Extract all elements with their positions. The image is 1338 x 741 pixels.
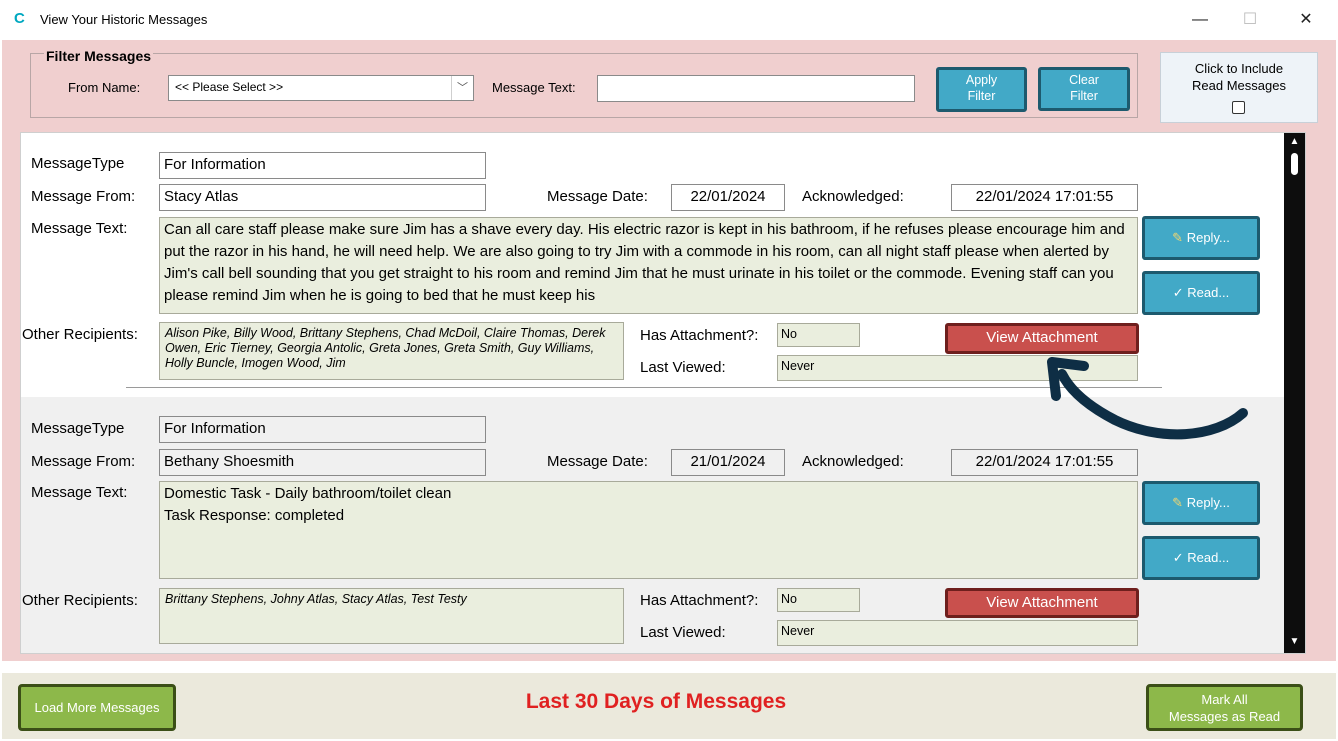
- mark-all-label-line2: Messages as Read: [1168, 709, 1281, 724]
- from-name-label: From Name:: [68, 80, 141, 95]
- message-list-scrollbar[interactable]: [1284, 133, 1305, 653]
- read-button[interactable]: ✓ Read...: [1142, 536, 1260, 580]
- load-more-messages-button[interactable]: Load More Messages: [18, 684, 176, 731]
- message-type-field: For Information: [159, 152, 486, 179]
- has-attachment-field: No: [777, 323, 860, 347]
- clear-filter-button[interactable]: Clear Filter: [1038, 67, 1130, 111]
- message-text-label: Message Text:: [31, 484, 128, 501]
- reply-button[interactable]: ✎ Reply...: [1142, 481, 1260, 525]
- message-text-filter-input[interactable]: [597, 75, 915, 102]
- acknowledged-label: Acknowledged:: [802, 188, 904, 205]
- message-text-filter-label: Message Text:: [492, 80, 576, 95]
- checkmark-icon: ✓: [1172, 550, 1184, 565]
- read-label: Read...: [1187, 285, 1230, 300]
- other-recipients-label: Other Recipients:: [22, 592, 138, 609]
- has-attachment-label: Has Attachment?:: [640, 327, 759, 344]
- annotation-arrow-icon: [1047, 357, 1248, 440]
- reply-button[interactable]: ✎ Reply...: [1142, 216, 1260, 260]
- close-button[interactable]: ✕: [1284, 6, 1328, 34]
- mark-all-read-button[interactable]: Mark All Messages as Read: [1146, 684, 1303, 731]
- message-from-field: Bethany Shoesmith: [159, 449, 486, 476]
- include-read-checkbox[interactable]: [1232, 101, 1245, 114]
- other-recipients-field: Brittany Stephens, Johny Atlas, Stacy At…: [159, 588, 624, 644]
- window-title: View Your Historic Messages: [40, 12, 208, 27]
- message-text-area[interactable]: Can all care staff please make sure Jim …: [159, 217, 1138, 314]
- other-recipients-field: Alison Pike, Billy Wood, Brittany Stephe…: [159, 322, 624, 380]
- reply-label: Reply...: [1186, 230, 1230, 245]
- has-attachment-label: Has Attachment?:: [640, 592, 759, 609]
- scrollbar-thumb[interactable]: [1291, 153, 1298, 175]
- from-name-dropdown[interactable]: << Please Select >>: [168, 75, 474, 101]
- include-read-label: Click to Include Read Messages: [1160, 60, 1318, 94]
- message-date-field: 22/01/2024: [671, 184, 785, 211]
- other-recipients-label: Other Recipients:: [22, 326, 138, 343]
- app-logo-icon: C: [14, 10, 25, 27]
- message-text-label: Message Text:: [31, 220, 128, 237]
- message-divider: [126, 387, 1162, 388]
- clear-filter-label-line1: Clear: [1069, 73, 1099, 87]
- acknowledged-field: 22/01/2024 17:01:55: [951, 184, 1138, 211]
- include-read-label-line2: Read Messages: [1192, 78, 1286, 93]
- apply-filter-button[interactable]: Apply Filter: [936, 67, 1027, 112]
- view-attachment-button[interactable]: View Attachment: [945, 588, 1139, 618]
- acknowledged-field: 22/01/2024 17:01:55: [951, 449, 1138, 476]
- read-button[interactable]: ✓ Read...: [1142, 271, 1260, 315]
- chevron-down-icon[interactable]: ﹀: [451, 76, 473, 100]
- apply-filter-label-line1: Apply: [965, 73, 998, 87]
- maximize-button[interactable]: ☐: [1228, 6, 1272, 34]
- message-date-field: 21/01/2024: [671, 449, 785, 476]
- message-text-area[interactable]: Domestic Task - Daily bathroom/toilet cl…: [159, 481, 1138, 579]
- last-viewed-field: Never: [777, 620, 1138, 646]
- footer-title: Last 30 Days of Messages: [525, 690, 787, 713]
- filter-group-title: Filter Messages: [44, 48, 154, 64]
- message-type-field: For Information: [159, 416, 486, 443]
- has-attachment-field: No: [777, 588, 860, 612]
- message-text-line: Task Response: completed: [164, 507, 345, 524]
- checkmark-icon: ✓: [1172, 285, 1184, 300]
- last-viewed-label: Last Viewed:: [640, 359, 726, 376]
- scroll-up-arrow-icon[interactable]: ▲: [1289, 137, 1300, 147]
- message-from-label: Message From:: [31, 453, 136, 470]
- minimize-button[interactable]: —: [1178, 6, 1222, 34]
- acknowledged-label: Acknowledged:: [802, 453, 904, 470]
- read-label: Read...: [1187, 550, 1230, 565]
- scroll-down-arrow-icon[interactable]: ▼: [1289, 637, 1300, 647]
- message-from-field: Stacy Atlas: [159, 184, 486, 211]
- message-text-line: Domestic Task - Daily bathroom/toilet cl…: [164, 485, 452, 502]
- apply-filter-label-line2: Filter: [967, 89, 996, 103]
- message-date-label: Message Date:: [547, 453, 648, 470]
- pencil-icon: ✎: [1172, 230, 1184, 245]
- pencil-icon: ✎: [1172, 495, 1184, 510]
- mark-all-label-line1: Mark All: [1201, 692, 1248, 707]
- message-type-label: MessageType: [31, 420, 125, 437]
- message-type-label: MessageType: [31, 155, 125, 172]
- clear-filter-label-line2: Filter: [1070, 89, 1098, 103]
- reply-label: Reply...: [1186, 495, 1230, 510]
- message-from-label: Message From:: [31, 188, 136, 205]
- include-read-label-line1: Click to Include: [1194, 61, 1284, 76]
- last-viewed-label: Last Viewed:: [640, 624, 726, 641]
- message-date-label: Message Date:: [547, 188, 648, 205]
